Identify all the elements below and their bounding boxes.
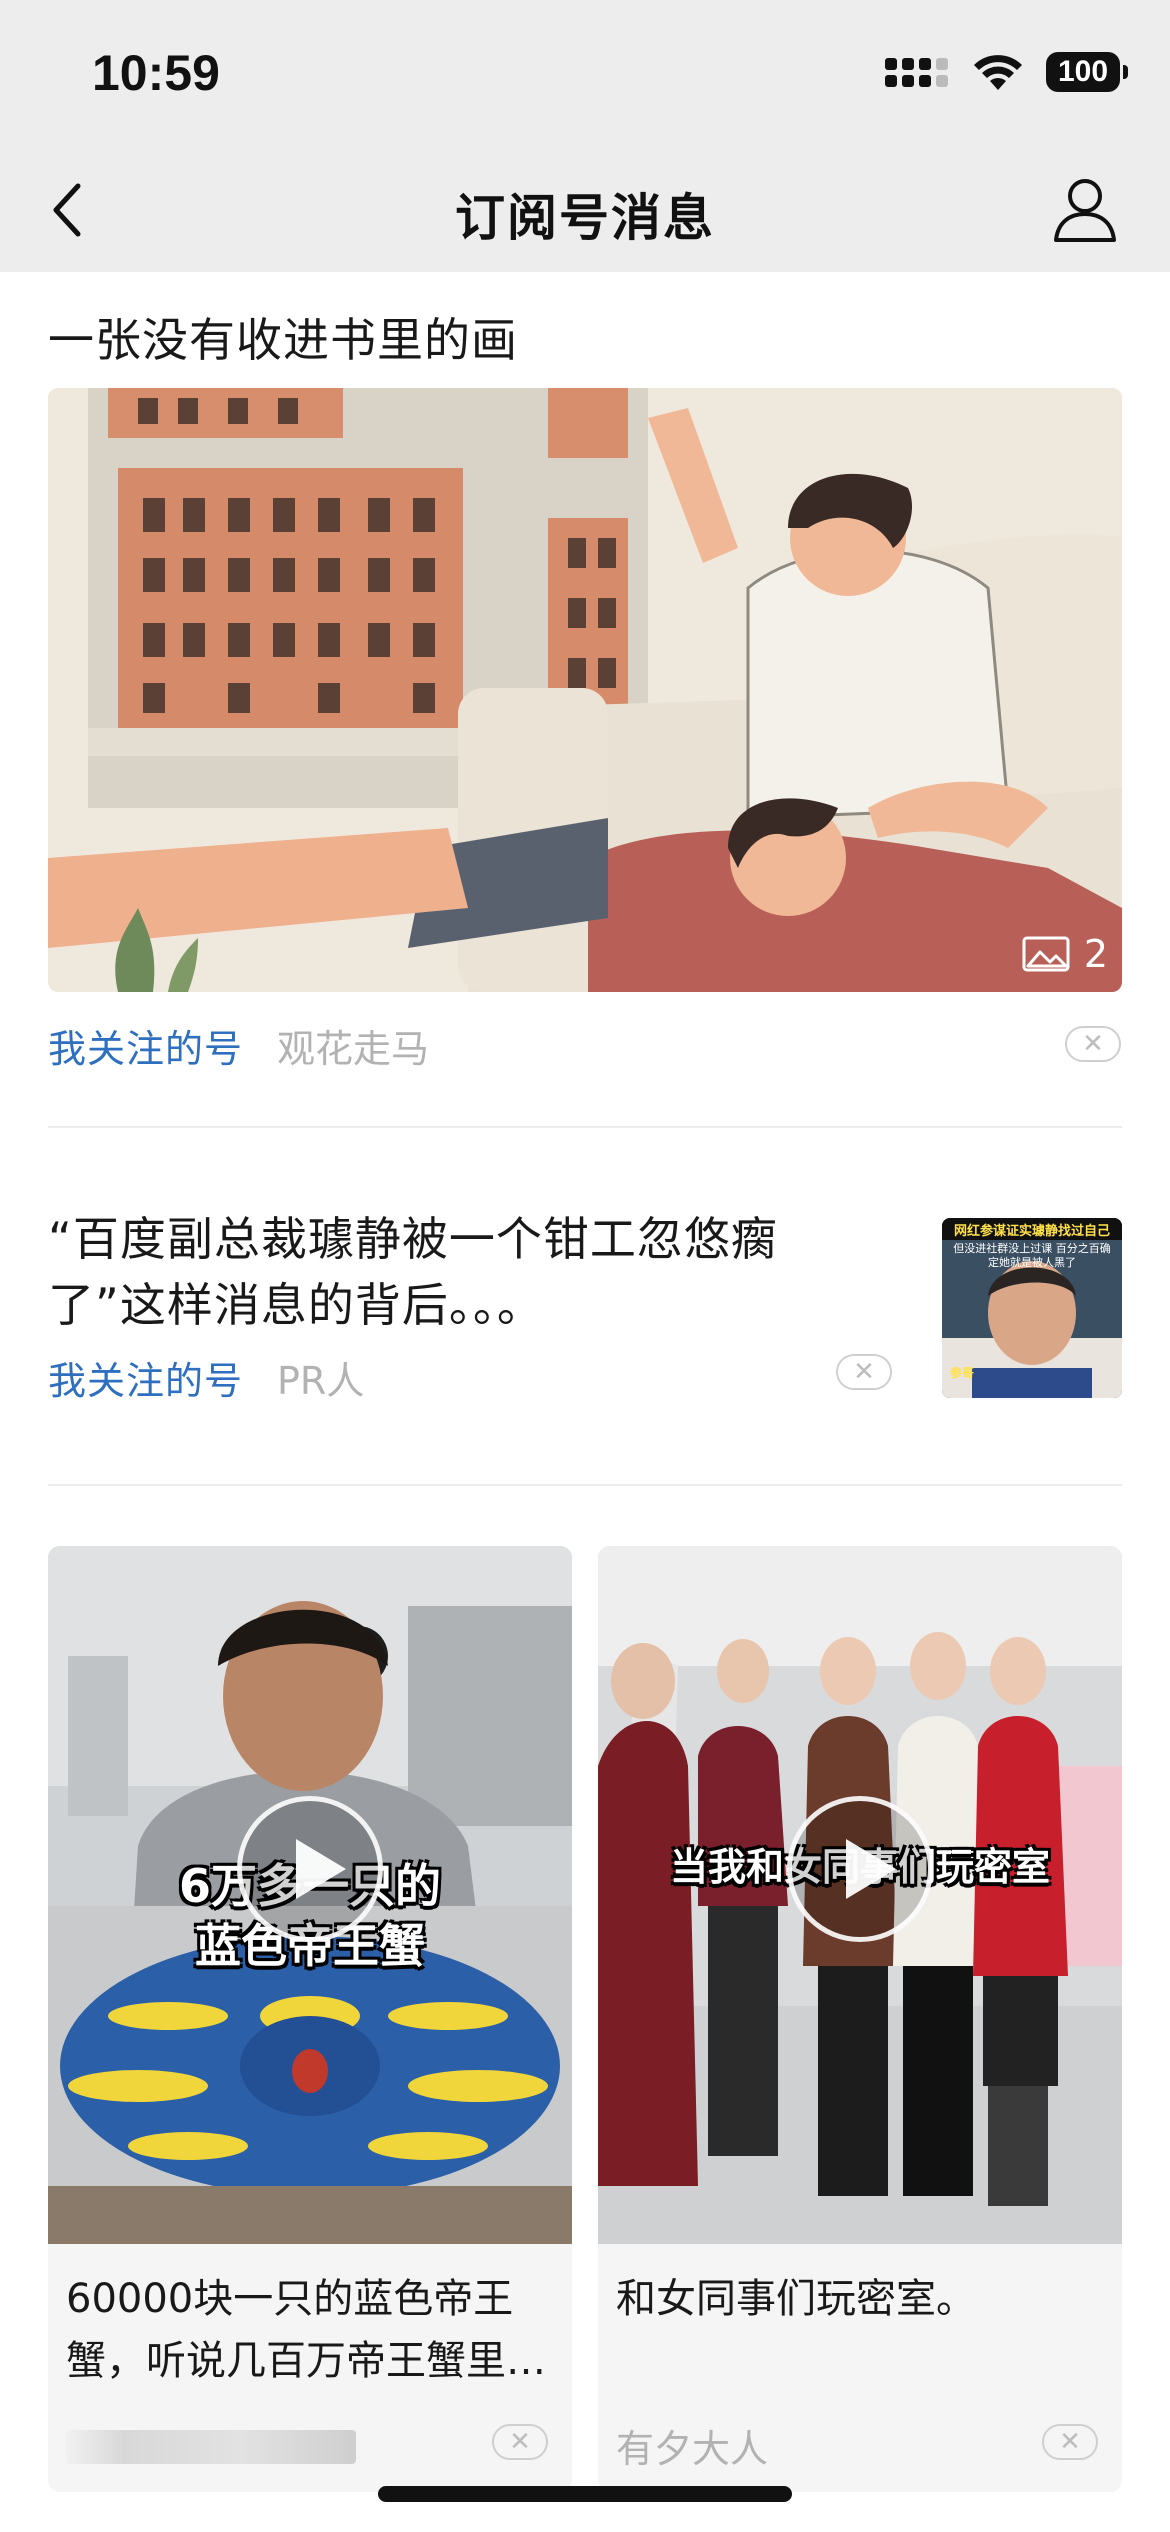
nav-bar: 订阅号消息: [0, 150, 1170, 272]
article-meta: 我关注的号 PR人: [48, 1350, 364, 1405]
article-title[interactable]: “百度副总裁璩静被一个钳工忽悠瘸了”这样消息的背后。。。: [48, 1206, 868, 1338]
video-cover[interactable]: 当我和女同事们玩密室: [598, 1546, 1122, 2244]
video-card[interactable]: 当我和女同事们玩密室 和女同事们玩密室。 有夕大人 ✕: [598, 1546, 1122, 2492]
article-title[interactable]: 一张没有收进书里的画: [48, 304, 518, 370]
battery-icon: 100: [1046, 52, 1128, 92]
status-bar: 10:59 100: [0, 0, 1170, 150]
video-card[interactable]: 6万多一只的 蓝色帝王蟹 60000块一只的蓝色帝王蟹，听说几百万帝王蟹里… ✕: [48, 1546, 572, 2492]
thumb-name: 参哥: [950, 1366, 975, 1380]
video-cover[interactable]: 6万多一只的 蓝色帝王蟹: [48, 1546, 572, 2244]
image-count: 2: [1083, 932, 1108, 976]
close-icon[interactable]: ✕: [492, 2424, 548, 2460]
wifi-icon: [974, 55, 1022, 90]
play-icon[interactable]: [787, 1796, 933, 1942]
illustration-image: [48, 388, 1122, 992]
close-icon[interactable]: ✕: [1065, 1026, 1121, 1062]
close-icon[interactable]: ✕: [1042, 2424, 1098, 2460]
cellular-signal-icon: [885, 57, 948, 87]
image-count-badge: 2: [1022, 932, 1108, 976]
followed-tag[interactable]: 我关注的号: [48, 1018, 243, 1073]
author-name[interactable]: 观花走马: [277, 1018, 429, 1073]
video-title[interactable]: 60000块一只的蓝色帝王蟹，听说几百万帝王蟹里…: [66, 2268, 556, 2392]
blurred-author: [66, 2430, 356, 2464]
image-icon: [1022, 936, 1070, 972]
followed-tag[interactable]: 我关注的号: [48, 1350, 243, 1405]
thumb-caption-mid: 但没进社群没上过课 百分之百确定她就是被人黑了: [953, 1242, 1111, 1269]
close-icon[interactable]: ✕: [836, 1354, 892, 1390]
article-meta: 我关注的号 观花走马: [48, 1018, 429, 1073]
person-icon[interactable]: [1052, 174, 1118, 244]
author-name[interactable]: 有夕大人: [616, 2418, 768, 2473]
author-name[interactable]: PR人: [277, 1350, 364, 1405]
thumb-caption-top: 网红参谋证实璩静找过自己: [953, 1224, 1110, 1239]
article-thumbnail[interactable]: 网红参谋证实璩静找过自己 但没进社群没上过课 百分之百确定她就是被人黑了 参哥: [942, 1218, 1122, 1398]
home-indicator[interactable]: [378, 2486, 792, 2502]
video-title[interactable]: 和女同事们玩密室。: [616, 2268, 1106, 2330]
status-time: 10:59: [92, 45, 220, 101]
divider: [48, 1126, 1122, 1128]
article-cover-image[interactable]: 2: [48, 388, 1122, 992]
page-title: 订阅号消息: [455, 189, 715, 247]
status-icons: 100: [885, 50, 1128, 94]
play-icon[interactable]: [237, 1796, 383, 1942]
divider: [48, 1484, 1122, 1486]
